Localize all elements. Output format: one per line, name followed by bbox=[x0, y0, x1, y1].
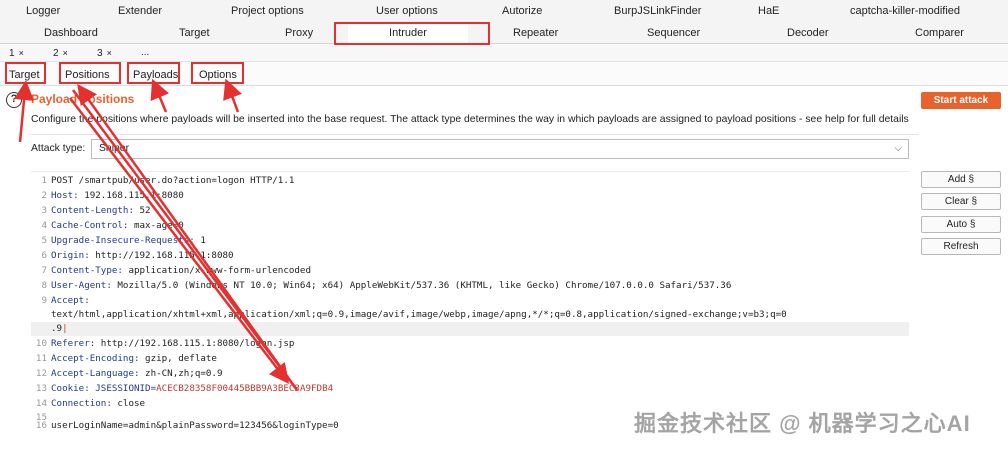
arrow-to-positions bbox=[77, 83, 299, 391]
arrow-to-options bbox=[223, 78, 242, 113]
arrow-to-payloads bbox=[150, 78, 170, 113]
arrow-to-target bbox=[14, 80, 34, 143]
watermark: 掘金技术社区 @ 机器学习之心AI bbox=[634, 411, 971, 436]
arrow-to-cookie bbox=[69, 97, 290, 384]
annotation-arrows bbox=[14, 78, 299, 391]
